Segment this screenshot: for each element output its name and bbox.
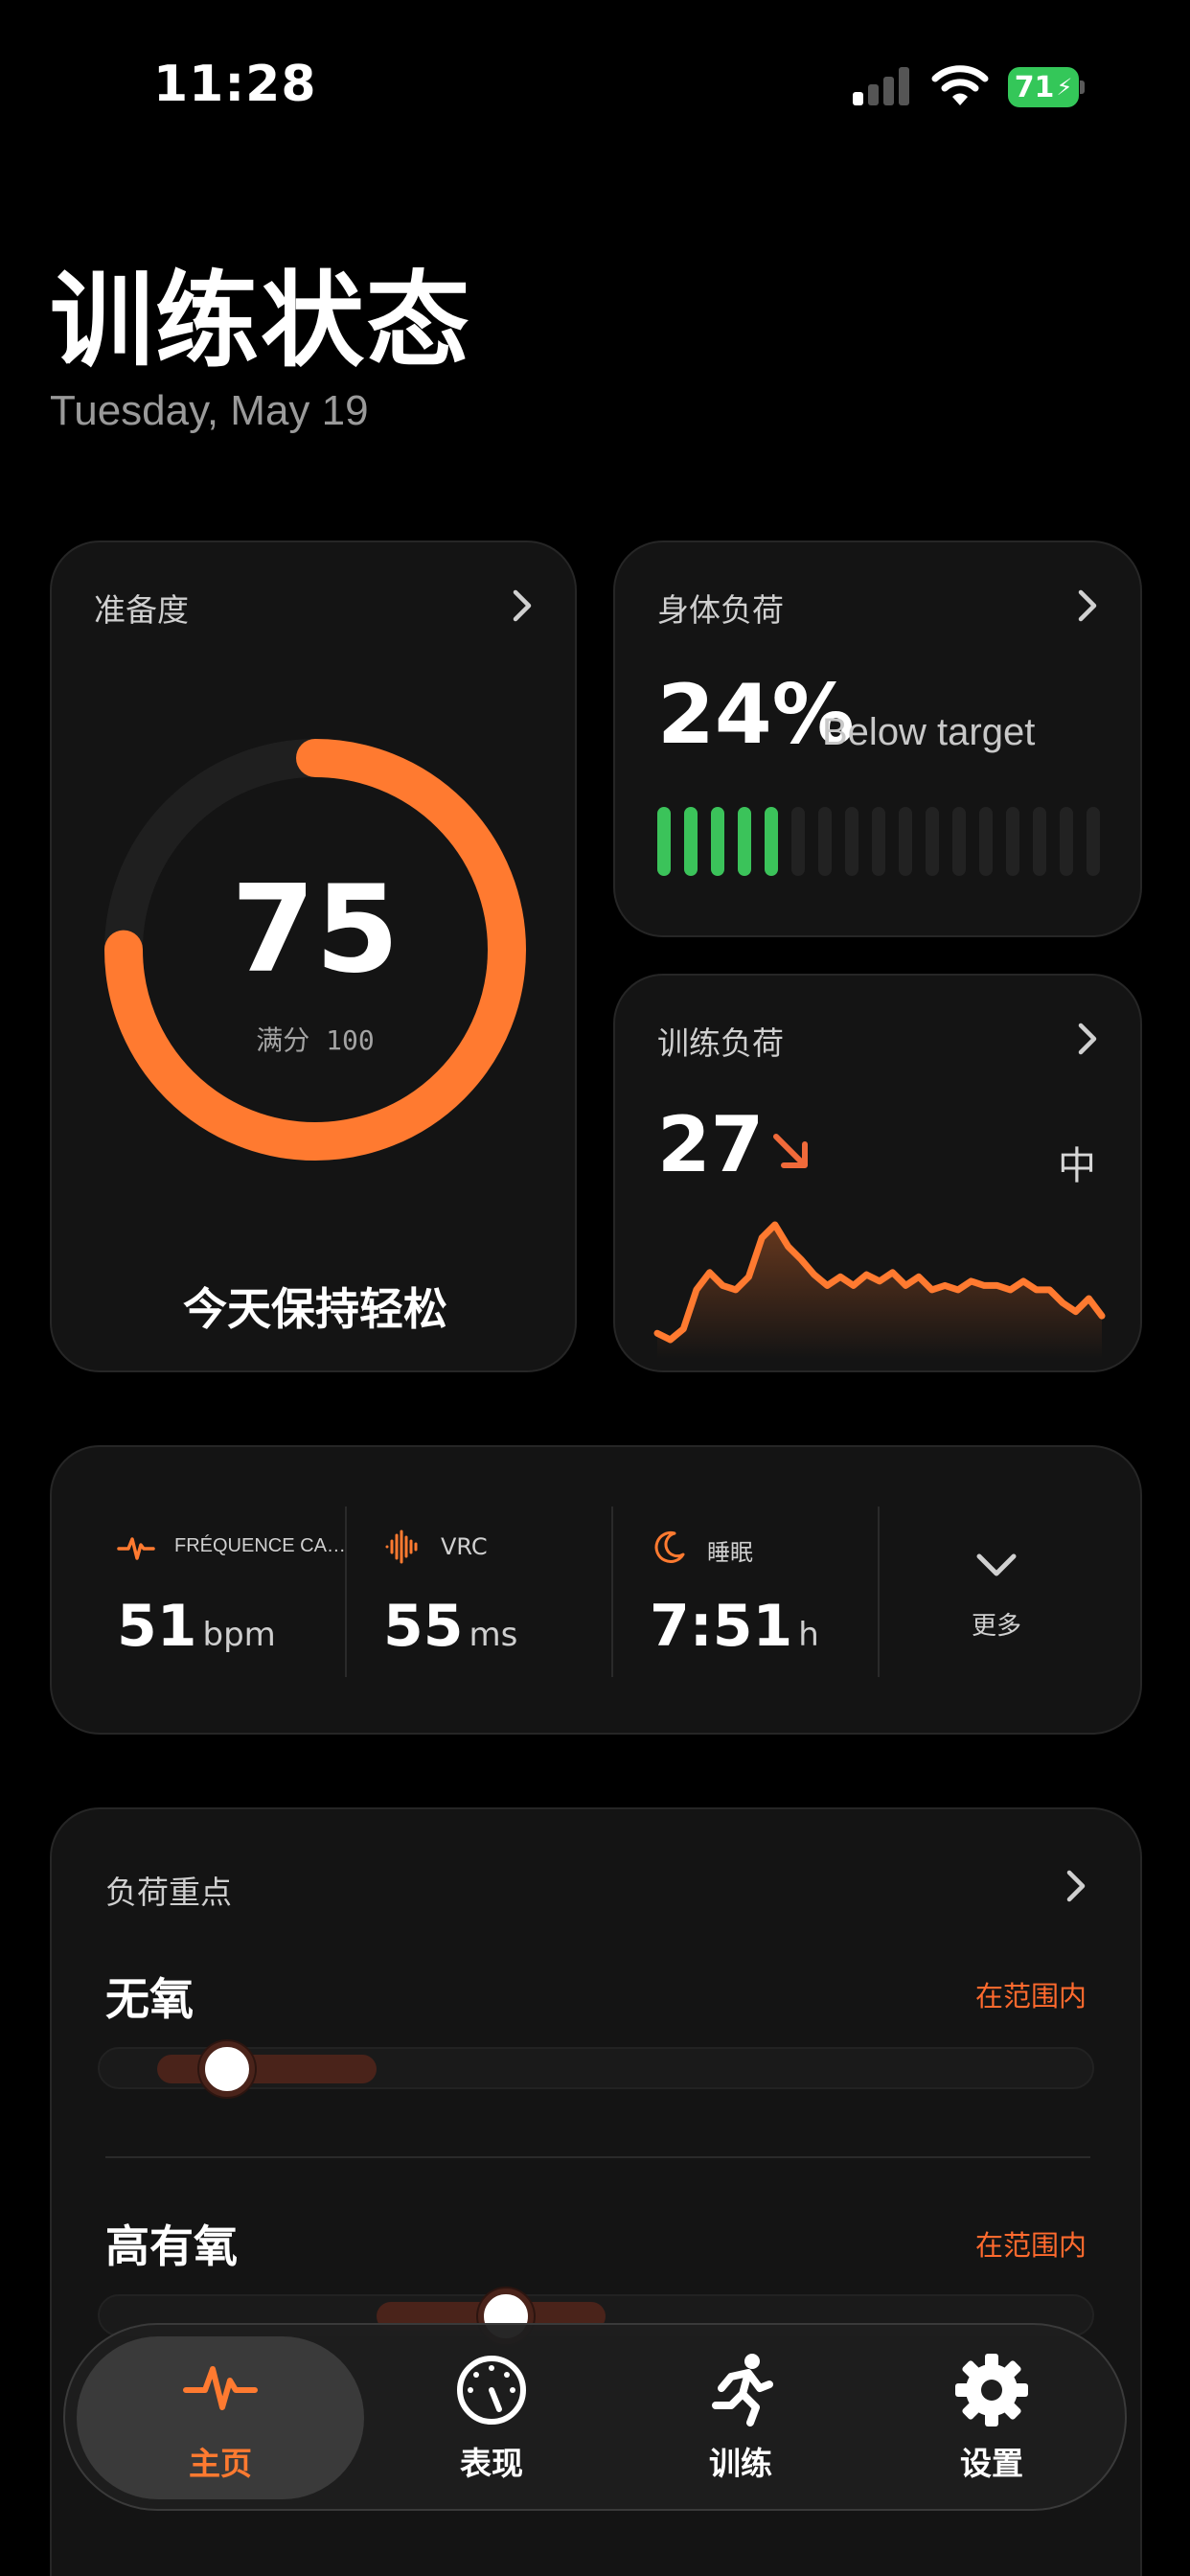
load-bar bbox=[899, 807, 912, 876]
heart-rate-value: 51 bpm bbox=[117, 1593, 276, 1660]
chevron-right-icon[interactable] bbox=[1075, 1022, 1102, 1056]
load-bar bbox=[657, 807, 671, 876]
heart-pulse-icon bbox=[117, 1537, 155, 1560]
load-bar bbox=[684, 807, 698, 876]
gear-icon bbox=[955, 2354, 1028, 2426]
page-date: Tuesday, May 19 bbox=[50, 387, 369, 434]
heart-pulse-icon bbox=[183, 2366, 258, 2410]
load-bar bbox=[926, 807, 939, 876]
readiness-score: 75 bbox=[231, 859, 400, 1000]
heart-rate-item[interactable]: FRÉQUENCE CA… 51 bpm bbox=[52, 1447, 346, 1736]
moon-icon bbox=[654, 1530, 685, 1563]
body-load-label: 身体负荷 bbox=[657, 591, 784, 629]
training-load-label: 训练负荷 bbox=[657, 1024, 784, 1062]
more-button[interactable]: 更多 bbox=[972, 1606, 1021, 1642]
tab-home[interactable]: 主页 bbox=[77, 2336, 364, 2499]
readiness-label: 准备度 bbox=[94, 591, 189, 629]
running-figure-icon bbox=[712, 2354, 773, 2426]
tab-performance[interactable]: 表现 bbox=[362, 2325, 621, 2513]
load-bar bbox=[791, 807, 805, 876]
cellular-signal-icon bbox=[853, 67, 912, 105]
chevron-right-icon[interactable] bbox=[1064, 1869, 1090, 1903]
zone-indicator-anaerobic bbox=[199, 2041, 255, 2097]
readiness-max: 满分 100 bbox=[256, 1024, 375, 1056]
load-bar bbox=[1087, 807, 1100, 876]
training-load-card[interactable]: 训练负荷 27 中 bbox=[613, 974, 1142, 1372]
wifi-icon bbox=[931, 65, 989, 105]
hrv-value: 55 ms bbox=[383, 1593, 518, 1660]
tab-home-label: 主页 bbox=[189, 2445, 252, 2482]
hrv-label: VRC bbox=[441, 1533, 488, 1560]
chevron-down-icon[interactable] bbox=[973, 1549, 1019, 1583]
battery-level: 71 bbox=[1014, 70, 1055, 104]
tab-settings[interactable]: 设置 bbox=[862, 2325, 1121, 2513]
vitals-card: FRÉQUENCE CA… 51 bpm VRC 55 ms 睡眠 7:51 h 更多 bbox=[50, 1445, 1142, 1735]
load-focus-title: 负荷重点 bbox=[105, 1874, 232, 1911]
divider bbox=[878, 1506, 880, 1677]
tab-bar: 主页 表现 训练 设置 bbox=[63, 2323, 1127, 2511]
sleep-item[interactable]: 睡眠 7:51 h bbox=[613, 1447, 878, 1736]
training-load-sparkline bbox=[653, 1221, 1106, 1359]
trend-down-arrow-icon bbox=[773, 1134, 808, 1168]
load-bar bbox=[872, 807, 885, 876]
load-bar bbox=[711, 807, 724, 876]
waveform-icon bbox=[385, 1530, 418, 1564]
tab-performance-label: 表现 bbox=[460, 2445, 523, 2482]
load-bar bbox=[845, 807, 858, 876]
load-bar bbox=[765, 807, 778, 876]
zone-range-anaerobic bbox=[157, 2055, 377, 2083]
page-title: 训练状态 bbox=[50, 262, 472, 381]
zone-name-anaerobic: 无氧 bbox=[105, 1973, 194, 2025]
load-bar bbox=[1006, 807, 1019, 876]
tab-training[interactable]: 训练 bbox=[611, 2325, 870, 2513]
body-load-bars bbox=[657, 807, 1108, 876]
zone-track-anaerobic bbox=[98, 2041, 1094, 2097]
training-load-level: 中 bbox=[1058, 1144, 1096, 1188]
divider bbox=[105, 2156, 1090, 2158]
zone-name-high-aerobic: 高有氧 bbox=[105, 2220, 238, 2272]
tab-training-label: 训练 bbox=[709, 2445, 772, 2482]
training-load-value: 27 bbox=[657, 1100, 765, 1189]
zone-status-anaerobic: 在范围内 bbox=[974, 1980, 1087, 2012]
zone-status-high-aerobic: 在范围内 bbox=[974, 2229, 1087, 2262]
readiness-message: 今天保持轻松 bbox=[183, 1283, 447, 1335]
body-load-card[interactable]: 身体负荷 24% Below target bbox=[613, 540, 1142, 937]
gauge-icon bbox=[457, 2356, 526, 2425]
status-time: 11:28 bbox=[153, 56, 317, 113]
load-bar bbox=[818, 807, 832, 876]
heart-rate-label: FRÉQUENCE CA… bbox=[174, 1535, 346, 1556]
chevron-right-icon[interactable] bbox=[510, 588, 537, 623]
chevron-right-icon[interactable] bbox=[1075, 588, 1102, 623]
body-load-note: Below target bbox=[822, 711, 1036, 753]
load-bar bbox=[952, 807, 966, 876]
sleep-value: 7:51 h bbox=[650, 1593, 819, 1660]
tab-settings-label: 设置 bbox=[960, 2445, 1023, 2482]
load-bar bbox=[1033, 807, 1046, 876]
load-bar bbox=[738, 807, 751, 876]
load-bar bbox=[1060, 807, 1073, 876]
load-bar bbox=[979, 807, 993, 876]
sleep-label: 睡眠 bbox=[707, 1539, 753, 1566]
hrv-item[interactable]: VRC 55 ms bbox=[347, 1447, 611, 1736]
battery-icon: 71 ⚡ bbox=[1008, 67, 1085, 107]
readiness-card[interactable]: 准备度 75 满分 100 今天保持轻松 bbox=[50, 540, 577, 1372]
